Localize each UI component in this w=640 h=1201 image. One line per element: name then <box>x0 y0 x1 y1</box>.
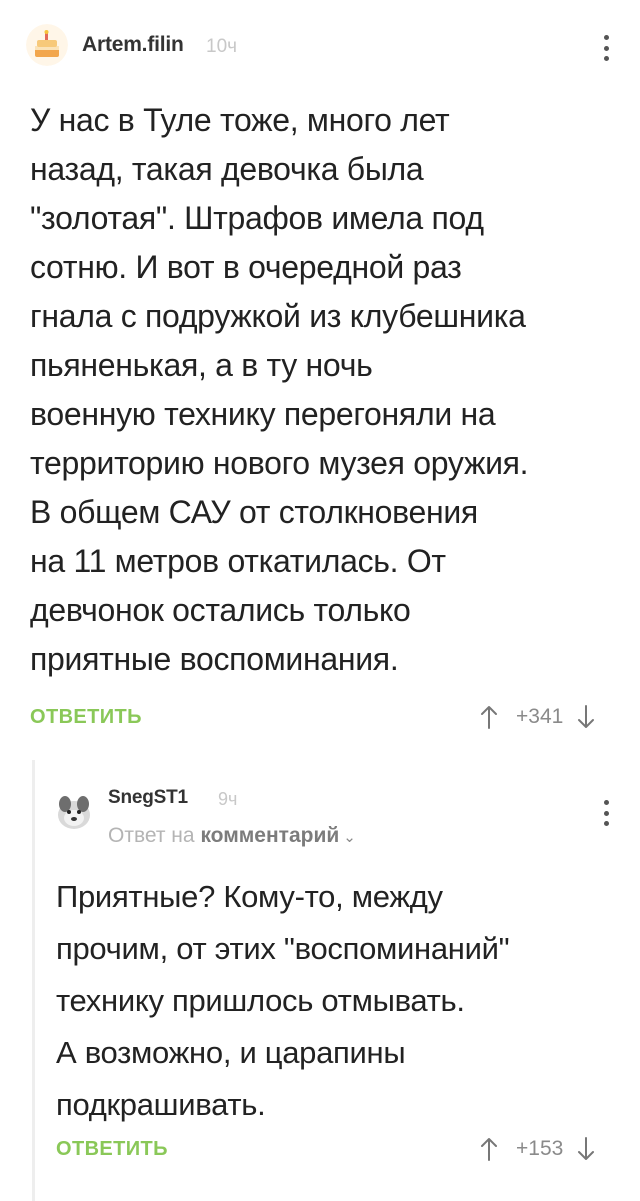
text-line: пьяненькая, а в ту ночь <box>30 347 373 383</box>
dog-avatar-icon <box>52 790 96 834</box>
comment-text: Приятные? Кому-то, между прочим, от этих… <box>56 871 626 1131</box>
reply-to-info: Ответ на комментарий ⌄ <box>108 824 356 848</box>
downvote-arrow-icon[interactable] <box>577 704 595 730</box>
user-avatar[interactable] <box>52 790 96 834</box>
text-line: подкрашивать. <box>56 1087 266 1122</box>
comment-artem-filin: Artem.filin 10ч У нас в Туле тоже, много… <box>0 0 640 760</box>
more-options-icon[interactable] <box>596 800 616 826</box>
username[interactable]: Artem.filin <box>82 33 184 57</box>
rating-score: +341 <box>516 705 564 728</box>
chevron-down-icon[interactable]: ⌄ <box>343 829 356 846</box>
text-line: сотню. И вот в очередной раз <box>30 249 462 285</box>
text-line: приятные воспоминания. <box>30 641 399 677</box>
text-line: прочим, от этих "воспоминаний" <box>56 931 510 966</box>
rating-score: +153 <box>516 1137 564 1160</box>
username[interactable]: SnegST1 <box>108 787 188 809</box>
rating-controls: +153 <box>480 1136 595 1162</box>
text-line: военную технику перегоняли на <box>30 396 496 432</box>
text-line: назад, такая девочка была <box>30 151 424 187</box>
upvote-arrow-icon[interactable] <box>480 704 498 730</box>
text-line: технику пришлось отмывать. <box>56 983 465 1018</box>
more-options-icon[interactable] <box>596 35 616 61</box>
user-avatar[interactable] <box>26 24 68 66</box>
text-line: гнала с подружкой из клубешника <box>30 298 526 334</box>
comment-text: У нас в Туле тоже, много лет назад, така… <box>30 96 625 684</box>
reply-to-link[interactable]: комментарий <box>200 824 339 847</box>
text-line: "золотая". Штрафов имела под <box>30 200 484 236</box>
upvote-arrow-icon[interactable] <box>480 1136 498 1162</box>
text-line: девчонок остались только <box>30 592 411 628</box>
cake-icon <box>26 24 68 66</box>
rating-controls: +341 <box>480 704 595 730</box>
text-line: В общем САУ от столкновения <box>30 494 478 530</box>
reply-to-prefix: Ответ на <box>108 824 195 847</box>
text-line: У нас в Туле тоже, много лет <box>30 102 450 138</box>
comment-time: 9ч <box>218 789 238 809</box>
thread-line[interactable] <box>32 760 35 1201</box>
reply-button[interactable]: ОТВЕТИТЬ <box>56 1138 168 1161</box>
downvote-arrow-icon[interactable] <box>577 1136 595 1162</box>
comment-snegst1: SnegST1 9ч Ответ на комментарий ⌄ Приятны… <box>0 760 640 1201</box>
text-line: на 11 метров откатилась. От <box>30 543 446 579</box>
reply-button[interactable]: ОТВЕТИТЬ <box>30 706 142 729</box>
text-line: территорию нового музея оружия. <box>30 445 529 481</box>
text-line: А возможно, и царапины <box>56 1035 406 1070</box>
comment-time: 10ч <box>206 36 238 57</box>
text-line: Приятные? Кому-то, между <box>56 879 443 914</box>
